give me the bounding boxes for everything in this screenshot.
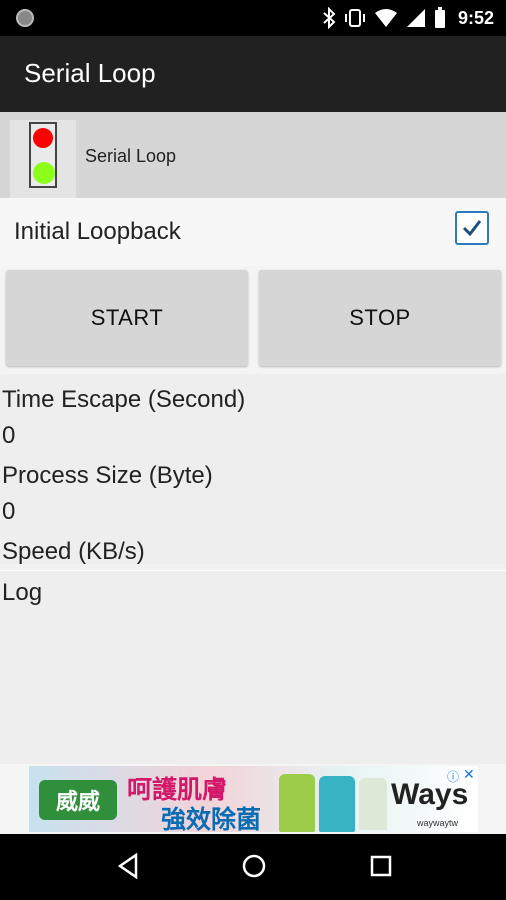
log-label: Log	[2, 579, 43, 606]
clock: 9:52	[457, 7, 494, 28]
loopback-label: Initial Loopback	[14, 218, 181, 245]
time-escape-label: Time Escape (Second)	[2, 386, 246, 413]
ad-product-image	[359, 778, 387, 830]
stop-button[interactable]: STOP	[259, 270, 501, 366]
process-size-value: 0	[2, 498, 16, 525]
app-bar: Serial Loop	[0, 36, 506, 112]
bluetooth-icon	[323, 7, 336, 29]
vibrate-icon	[344, 9, 365, 27]
start-button[interactable]: START	[6, 270, 248, 366]
ad-logo: 威威	[39, 780, 117, 820]
battery-icon	[434, 7, 445, 28]
ad-close-icon[interactable]: ✕	[463, 766, 475, 783]
signal-icon	[406, 9, 425, 27]
stats-panel: Time Escape (Second) 0 Process Size (Byt…	[0, 374, 506, 565]
ad-info-icon[interactable]: ⓘ	[447, 768, 459, 785]
time-escape-value: 0	[2, 422, 16, 449]
checkmark-icon	[462, 220, 482, 237]
loopback-checkbox[interactable]	[455, 211, 489, 245]
process-size-label: Process Size (Byte)	[2, 462, 213, 489]
navigation-bar	[0, 834, 506, 900]
status-bar: 9:52	[0, 0, 506, 36]
status-green-light	[33, 162, 55, 184]
ad-product-image	[279, 774, 315, 832]
home-icon[interactable]	[240, 852, 268, 880]
status-icons: 9:52	[322, 6, 494, 30]
ad-brand-sub: waywaytw	[417, 818, 459, 828]
ad-banner-area: 威威 呵護肌膚 強效除菌 Ways waywaytw ⓘ ✕	[0, 764, 506, 834]
speed-label: Speed (KB/s)	[2, 538, 145, 565]
wifi-icon	[374, 9, 397, 27]
back-icon[interactable]	[116, 852, 140, 880]
device-header: Serial Loop	[0, 112, 506, 200]
ad-banner[interactable]: 威威 呵護肌膚 強效除菌 Ways waywaytw ⓘ ✕	[29, 766, 478, 832]
notification-dot-icon	[16, 9, 34, 27]
app-title: Serial Loop	[24, 58, 156, 88]
log-panel: Log	[0, 570, 506, 765]
device-name: Serial Loop	[85, 146, 177, 166]
control-buttons: START STOP	[0, 266, 506, 374]
recents-icon[interactable]	[368, 852, 394, 880]
ad-product-image	[319, 776, 355, 832]
loopback-row[interactable]: Initial Loopback	[0, 198, 506, 266]
ad-subheadline: 強效除菌	[161, 806, 262, 832]
status-red-light	[33, 128, 53, 148]
traffic-light-icon	[10, 120, 76, 200]
